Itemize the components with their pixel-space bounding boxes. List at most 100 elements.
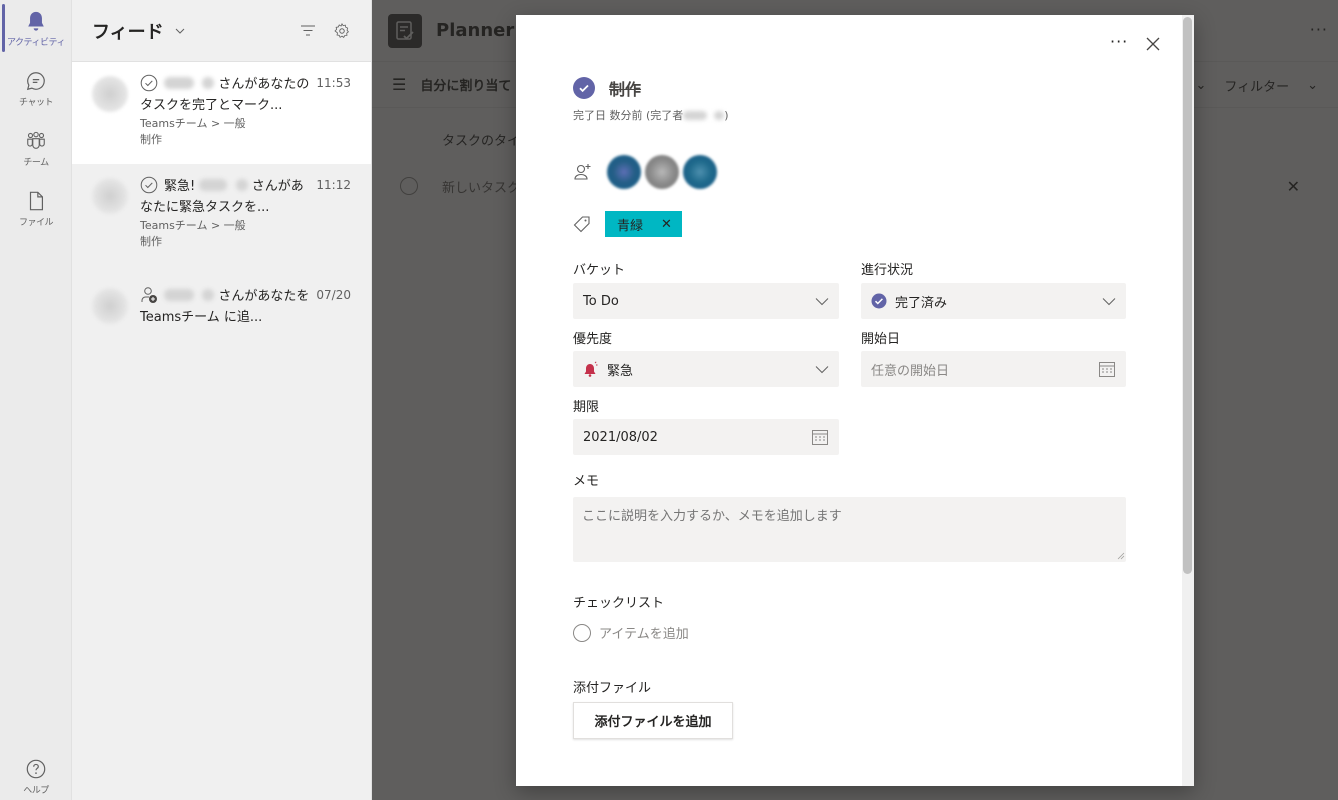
task-title[interactable]: 制作 xyxy=(609,76,641,100)
feed-item[interactable]: 緊急! さんがあなたに緊急タスクを... 11:12 Teamsチーム > 一般… xyxy=(72,164,371,274)
checklist-add-text[interactable]: アイテムを追加 xyxy=(599,623,689,642)
feed-item-time: 07/20 xyxy=(316,288,351,302)
checklist-label: チェックリスト xyxy=(573,596,665,611)
redacted-name xyxy=(199,179,228,191)
memo-textarea[interactable] xyxy=(573,497,1126,562)
feed-item-time: 11:53 xyxy=(316,76,351,90)
feed-header: フィード xyxy=(72,0,371,62)
task-complete-toggle[interactable] xyxy=(573,77,595,99)
tag-icon[interactable] xyxy=(573,215,591,233)
feed-item[interactable]: さんがあなたを Teamsチーム に追... 07/20 xyxy=(72,274,371,344)
activity-feed: フィード さんがあなたのタスクを完了とマーク... 11:53 Teamsチーム… xyxy=(72,0,372,800)
rail-item-help[interactable]: ヘルプ xyxy=(0,748,72,800)
redacted-name xyxy=(202,77,215,89)
priority-label: 優先度 xyxy=(573,332,613,347)
calendar-icon[interactable] xyxy=(811,428,829,446)
redacted-name xyxy=(714,111,725,120)
rail-item-files[interactable]: ファイル xyxy=(0,180,72,240)
due-date-value: 2021/08/02 xyxy=(583,429,658,445)
feed-item-time: 11:12 xyxy=(316,178,351,192)
avatar xyxy=(92,178,128,214)
bucket-label: バケット xyxy=(573,263,626,278)
redacted-name xyxy=(683,111,708,120)
bucket-value: To Do xyxy=(583,293,619,309)
feed-title[interactable]: フィード xyxy=(92,18,164,44)
priority-value: 緊急 xyxy=(607,363,634,379)
scrollbar-thumb[interactable] xyxy=(1183,17,1192,574)
completed-check-icon xyxy=(871,293,887,309)
rail-item-label: ヘルプ xyxy=(23,786,49,796)
rail-item-chat[interactable]: チャット xyxy=(0,60,72,120)
chevron-down-icon[interactable] xyxy=(174,25,186,37)
completed-info-text: 完了日 数分前 (完了者 xyxy=(573,109,684,122)
feed-item-task: 制作 xyxy=(140,235,162,248)
rail-item-teams[interactable]: チーム xyxy=(0,120,72,180)
avatar xyxy=(92,288,128,324)
assignee-avatar[interactable] xyxy=(607,155,641,189)
teams-icon xyxy=(27,131,45,149)
bucket-select[interactable]: To Do xyxy=(573,283,839,319)
app-rail: アクティビティ チャット チーム ファイル ヘルプ xyxy=(0,0,72,800)
remove-label-icon[interactable]: ✕ xyxy=(661,217,672,232)
feed-item[interactable]: さんがあなたのタスクを完了とマーク... 11:53 Teamsチーム > 一般… xyxy=(72,62,371,164)
feed-item-channel: Teamsチーム > 一般 xyxy=(140,219,246,232)
due-date-label: 期限 xyxy=(573,400,600,415)
rail-item-activity[interactable]: アクティビティ xyxy=(0,0,72,60)
gear-icon[interactable] xyxy=(333,22,351,40)
feed-item-task: 制作 xyxy=(140,133,162,146)
feed-item-text: さんがあなたのタスクを完了とマーク... xyxy=(140,74,310,116)
feed-item-channel: Teamsチーム > 一般 xyxy=(140,117,246,130)
rail-item-label: チーム xyxy=(23,158,49,168)
assignees-row xyxy=(573,155,717,189)
redacted-name xyxy=(164,289,194,301)
check-circle-icon xyxy=(140,176,158,194)
close-icon[interactable] xyxy=(1144,35,1162,53)
redacted-name xyxy=(235,179,248,191)
progress-value: 完了済み xyxy=(895,295,948,311)
assign-person-icon[interactable] xyxy=(573,162,593,182)
redacted-name xyxy=(164,77,194,89)
assignee-avatar[interactable] xyxy=(645,155,679,189)
rail-item-label: アクティビティ xyxy=(7,38,65,48)
progress-select[interactable]: 完了済み xyxy=(861,283,1126,319)
bell-icon xyxy=(28,11,44,31)
attachments-label: 添付ファイル xyxy=(573,681,652,696)
labels-row: 青緑 ✕ xyxy=(573,211,682,237)
memo-label: メモ xyxy=(573,474,600,489)
more-options-icon[interactable]: ··· xyxy=(1110,32,1128,51)
label-chip[interactable]: 青緑 ✕ xyxy=(605,211,682,237)
feed-item-text: 緊急! さんがあなたに緊急タスクを... xyxy=(140,176,310,218)
redacted-name xyxy=(202,289,215,301)
task-title-row: 制作 xyxy=(573,76,641,100)
chevron-down-icon xyxy=(1102,298,1116,306)
rail-item-label: ファイル xyxy=(18,218,54,228)
start-date-input[interactable]: 任意の開始日 xyxy=(861,351,1126,387)
chat-icon xyxy=(26,72,45,91)
priority-select[interactable]: 緊急 xyxy=(573,351,839,387)
completed-info: 完了日 数分前 (完了者 ) xyxy=(573,109,729,122)
urgent-bell-icon xyxy=(584,361,598,377)
feed-item-urgent: 緊急! xyxy=(164,179,196,194)
chevron-down-icon xyxy=(815,366,829,374)
due-date-input[interactable]: 2021/08/02 xyxy=(573,419,839,455)
checkmark-icon xyxy=(579,84,589,93)
feed-item-text: さんがあなたを Teamsチーム に追... xyxy=(140,286,310,328)
label-chip-text: 青緑 xyxy=(617,218,644,234)
person-add-icon xyxy=(141,287,157,303)
check-circle-icon xyxy=(140,74,158,92)
assignee-avatar[interactable] xyxy=(683,155,717,189)
resize-handle-icon[interactable] xyxy=(1116,551,1125,560)
checklist-add-item[interactable]: アイテムを追加 xyxy=(573,623,689,642)
filter-icon[interactable] xyxy=(299,22,317,40)
calendar-icon[interactable] xyxy=(1098,360,1116,378)
start-date-placeholder: 任意の開始日 xyxy=(871,363,950,379)
progress-label: 進行状況 xyxy=(861,263,914,278)
checklist-circle[interactable] xyxy=(573,623,591,642)
add-attachment-button[interactable]: 添付ファイルを追加 xyxy=(573,702,733,739)
start-date-label: 開始日 xyxy=(861,332,901,347)
task-details-dialog: ··· 制作 完了日 数分前 (完了者 ) 青緑 ✕ バケット To Do 進行… xyxy=(516,15,1194,786)
file-icon xyxy=(29,191,44,211)
avatar xyxy=(92,76,128,112)
rail-item-label: チャット xyxy=(19,98,53,108)
help-icon xyxy=(26,759,46,779)
